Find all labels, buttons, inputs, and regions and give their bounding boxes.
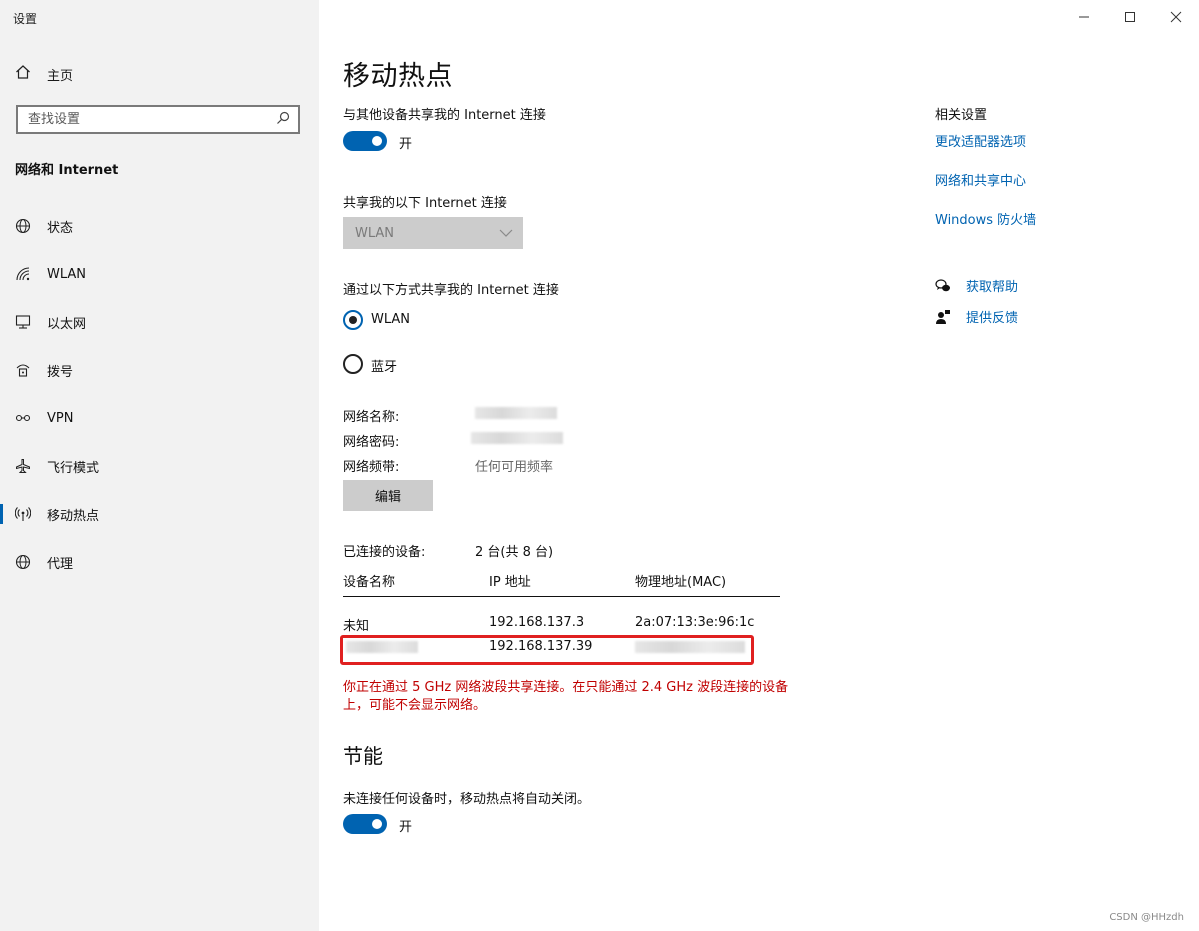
chevron-down-icon [499, 229, 513, 237]
sidebar-item-status[interactable]: 状态 [0, 206, 319, 246]
sidebar-item-wlan[interactable]: WLAN [0, 254, 319, 294]
get-help-link[interactable]: 获取帮助 [935, 276, 1018, 295]
link-adapter-options[interactable]: 更改适配器选项 [935, 131, 1026, 150]
window-title: 设置 [13, 12, 38, 26]
sidebar-item-dialup[interactable]: 拨号 [0, 350, 319, 390]
sidebar-item-hotspot[interactable]: 移动热点 [0, 494, 319, 534]
connected-value: 2 台(共 8 台) [475, 545, 554, 560]
help-chat-icon [935, 278, 950, 291]
sidebar-item-label: 以太网 [47, 316, 87, 332]
give-feedback-link[interactable]: 提供反馈 [935, 307, 1018, 326]
network-band-value: 任何可用频率 [475, 460, 554, 475]
power-saving-toggle[interactable] [343, 814, 387, 834]
related-settings-title: 相关设置 [935, 108, 988, 123]
source-label: 共享我的以下 Internet 连接 [343, 196, 507, 211]
device-ip: 192.168.137.3 [489, 615, 585, 630]
col-header-mac: 物理地址(MAC) [635, 575, 727, 590]
globe-proxy-icon [15, 554, 31, 570]
airplane-icon [15, 458, 31, 474]
radio-bluetooth[interactable] [343, 354, 363, 374]
sidebar-item-label: 移动热点 [47, 508, 100, 524]
network-password-label: 网络密码: [343, 435, 400, 450]
power-saving-label: 未连接任何设备时，移动热点将自动关闭。 [343, 792, 591, 807]
wifi-icon [15, 266, 31, 282]
dialup-icon [15, 362, 31, 378]
power-saving-title: 节能 [343, 744, 383, 768]
ethernet-icon [15, 314, 31, 330]
band-warning: 你正在通过 5 GHz 网络波段共享连接。在只能通过 2.4 GHz 波段连接的… [343, 680, 789, 713]
main-content: 移动热点 与其他设备共享我的 Internet 连接 开 共享我的以下 Inte… [319, 0, 1199, 931]
device-name: 未知 [343, 619, 370, 634]
col-header-device: 设备名称 [343, 575, 396, 590]
maximize-icon [1125, 12, 1135, 22]
network-password-redacted [471, 432, 563, 444]
watermark: CSDN @HHzdh [1109, 912, 1184, 923]
globe-status-icon [15, 218, 31, 234]
search-box[interactable] [16, 105, 300, 134]
section-title: 网络和 Internet [15, 163, 119, 178]
hotspot-icon [15, 506, 31, 522]
source-dropdown-value: WLAN [355, 225, 395, 241]
method-label: 通过以下方式共享我的 Internet 连接 [343, 283, 559, 298]
connected-label: 已连接的设备: [343, 545, 426, 560]
table-divider [343, 596, 780, 597]
close-icon [1170, 11, 1182, 23]
sidebar-item-vpn[interactable]: VPN [0, 398, 319, 438]
get-help-label: 获取帮助 [966, 280, 1019, 295]
col-header-ip: IP 地址 [489, 575, 531, 590]
give-feedback-label: 提供反馈 [966, 311, 1019, 326]
power-saving-state: 开 [399, 820, 413, 835]
minimize-button[interactable] [1061, 6, 1107, 28]
network-name-label: 网络名称: [343, 410, 400, 425]
sidebar-item-label: 状态 [47, 220, 74, 236]
share-toggle[interactable] [343, 131, 387, 151]
link-network-sharing-center[interactable]: 网络和共享中心 [935, 170, 1026, 189]
home-nav-item[interactable]: 主页 [15, 64, 73, 84]
source-dropdown[interactable]: WLAN [343, 217, 523, 249]
radio-bluetooth-label: 蓝牙 [371, 360, 398, 375]
share-label: 与其他设备共享我的 Internet 连接 [343, 108, 546, 123]
share-state: 开 [399, 137, 413, 152]
search-icon[interactable] [276, 111, 290, 129]
feedback-person-icon [936, 309, 950, 324]
sidebar-item-label: 飞行模式 [47, 460, 100, 476]
sidebar-item-label: VPN [47, 410, 74, 426]
sidebar-item-proxy[interactable]: 代理 [0, 542, 319, 582]
sidebar-item-airplane[interactable]: 飞行模式 [0, 446, 319, 486]
sidebar-item-label: 代理 [47, 556, 74, 572]
sidebar: 设置 主页 网络和 Internet 状态 WLAN 以太网 [0, 0, 319, 931]
close-button[interactable] [1153, 6, 1199, 28]
home-icon [15, 64, 31, 84]
radio-wlan[interactable] [343, 310, 363, 330]
minimize-icon [1079, 16, 1089, 18]
highlight-box [340, 635, 754, 665]
edit-button[interactable]: 编辑 [343, 480, 433, 511]
maximize-button[interactable] [1107, 6, 1153, 28]
vpn-icon [15, 410, 31, 426]
link-windows-firewall[interactable]: Windows 防火墙 [935, 209, 1036, 228]
network-band-label: 网络频带: [343, 460, 400, 475]
page-title: 移动热点 [343, 61, 453, 92]
device-mac: 2a:07:13:3e:96:1c [635, 615, 755, 630]
sidebar-item-label: WLAN [47, 266, 87, 282]
sidebar-item-label: 拨号 [47, 364, 74, 380]
search-input[interactable] [28, 112, 258, 127]
network-name-redacted [475, 407, 557, 419]
home-label: 主页 [47, 68, 74, 84]
radio-wlan-label: WLAN [371, 312, 411, 327]
sidebar-item-ethernet[interactable]: 以太网 [0, 302, 319, 342]
